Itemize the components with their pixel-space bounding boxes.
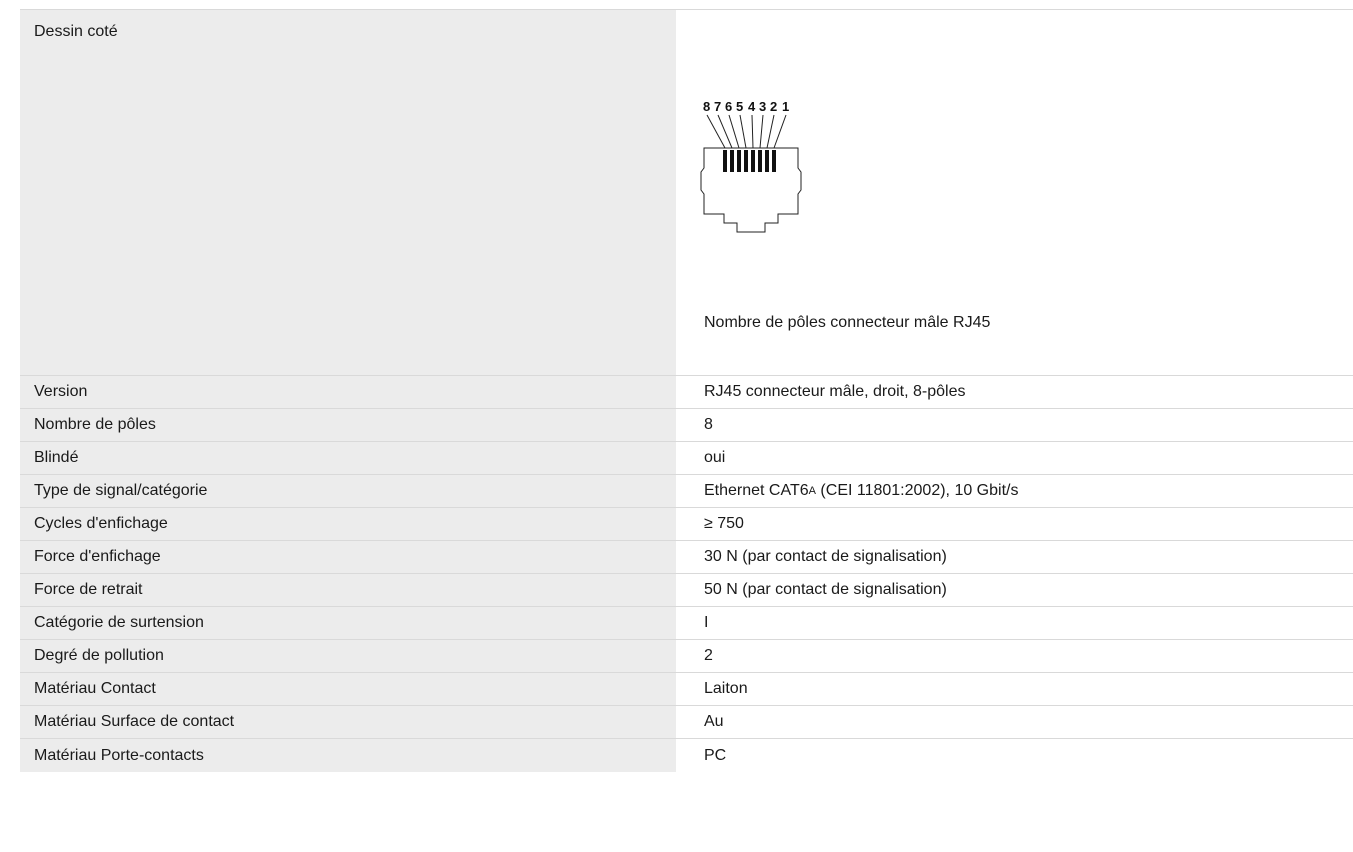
pin-number-4: 4 [748, 99, 756, 114]
pin-number-5: 5 [736, 99, 743, 114]
spec-row-contact-material: Matériau Contact Laiton [20, 673, 1353, 706]
spec-value: 30 N (par contact de signalisation) [676, 541, 1353, 573]
pin-number-1: 1 [782, 99, 789, 114]
spec-table: Dessin coté 8 7 6 5 4 3 2 1 Nombre de pô… [20, 9, 1353, 772]
spec-value: 8 [676, 409, 1353, 441]
spec-label: Matériau Surface de contact [20, 706, 676, 738]
spec-value: Au [676, 706, 1353, 738]
spec-label: Force d'enfichage [20, 541, 676, 573]
pin-contacts [723, 150, 776, 172]
spec-label: Catégorie de surtension [20, 607, 676, 639]
spec-label: Degré de pollution [20, 640, 676, 672]
spec-row-drawing: Dessin coté 8 7 6 5 4 3 2 1 Nombre de pô… [20, 10, 1353, 376]
spec-value: RJ45 connecteur mâle, droit, 8-pôles [676, 376, 1353, 408]
spec-label: Nombre de pôles [20, 409, 676, 441]
spec-label: Type de signal/catégorie [20, 475, 676, 507]
spec-label: Version [20, 376, 676, 408]
pin-number-2: 2 [770, 99, 777, 114]
spec-label: Blindé [20, 442, 676, 474]
rj45-pinout-drawing: 8 7 6 5 4 3 2 1 [700, 99, 802, 233]
spec-value: 50 N (par contact de signalisation) [676, 574, 1353, 606]
spec-label: Force de retrait [20, 574, 676, 606]
pin-number-6: 6 [725, 99, 732, 114]
spec-row-overvoltage-category: Catégorie de surtension I [20, 607, 1353, 640]
spec-label: Cycles d'enfichage [20, 508, 676, 540]
pin-leader-lines [706, 114, 787, 149]
spec-label: Dessin coté [20, 10, 676, 375]
spec-row-shielded: Blindé oui [20, 442, 1353, 475]
spec-value: Laiton [676, 673, 1353, 705]
spec-row-contact-surface-material: Matériau Surface de contact Au [20, 706, 1353, 739]
spec-value: 2 [676, 640, 1353, 672]
spec-value: oui [676, 442, 1353, 474]
spec-row-insertion-force: Force d'enfichage 30 N (par contact de s… [20, 541, 1353, 574]
spec-row-pole-count: Nombre de pôles 8 [20, 409, 1353, 442]
spec-value: I [676, 607, 1353, 639]
spec-label: Matériau Contact [20, 673, 676, 705]
spec-row-mating-cycles: Cycles d'enfichage ≥ 750 [20, 508, 1353, 541]
spec-value-suffix: (CEI 11801:2002), 10 Gbit/s [815, 482, 1019, 499]
spec-label: Matériau Porte-contacts [20, 739, 676, 772]
pin-number-8: 8 [703, 99, 710, 114]
spec-value: PC [676, 739, 1353, 772]
pin-number-7: 7 [714, 99, 721, 114]
pin-number-3: 3 [759, 99, 766, 114]
spec-row-withdrawal-force: Force de retrait 50 N (par contact de si… [20, 574, 1353, 607]
drawing-caption: Nombre de pôles connecteur mâle RJ45 [704, 314, 991, 331]
spec-row-version: Version RJ45 connecteur mâle, droit, 8-p… [20, 376, 1353, 409]
spec-value-drawing: 8 7 6 5 4 3 2 1 Nombre de pôles connecte… [676, 10, 1353, 375]
spec-row-pollution-degree: Degré de pollution 2 [20, 640, 1353, 673]
spec-value-prefix: Ethernet CAT6 [704, 482, 809, 499]
spec-row-signal-type: Type de signal/catégorie Ethernet CAT6 A … [20, 475, 1353, 508]
spec-value: Ethernet CAT6 A (CEI 11801:2002), 10 Gbit… [676, 475, 1353, 507]
spec-value: ≥ 750 [676, 508, 1353, 540]
spec-row-contact-carrier-material: Matériau Porte-contacts PC [20, 739, 1353, 772]
